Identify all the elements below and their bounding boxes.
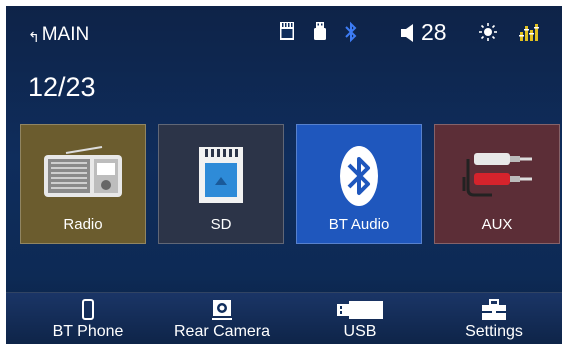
brightness-icon[interactable] [478,22,498,42]
tile-bt-audio[interactable]: BT Audio [296,124,422,244]
tile-aux[interactable]: AUX [434,124,560,244]
camera-icon [162,299,282,321]
phone-icon [28,299,148,321]
bottom-nav: BT Phone Rear Camera USB Settings [6,292,562,344]
bluetooth-icon [344,21,358,43]
tile-label: SD [210,216,232,233]
nav-label: Settings [465,323,523,340]
status-bar: ↰ MAIN 28 [6,6,562,64]
bluetooth-icon [297,145,421,207]
nav-bt-phone[interactable]: BT Phone [28,299,148,341]
usb-icon [313,21,327,41]
nav-settings[interactable]: Settings [434,299,554,341]
tile-label: Radio [63,216,103,233]
tile-label: AUX [481,216,513,233]
volume-level: 28 [421,19,447,45]
nav-label: BT Phone [52,323,124,340]
toolbox-icon [434,299,554,321]
volume-indicator[interactable]: 28 [400,19,447,46]
main-title: MAIN [41,24,90,45]
back-arrow-icon: ↰ [28,28,40,45]
nav-rear-camera[interactable]: Rear Camera [162,299,282,341]
nav-usb[interactable]: USB [300,299,420,341]
date-display: 12/23 [28,72,96,102]
rca-cable-icon [435,145,559,197]
volume-icon [401,23,413,42]
tile-label: BT Audio [328,216,390,233]
equalizer-icon[interactable] [519,22,541,42]
head-unit-screen: ↰ MAIN 28 12/23 Radio SD BT Audio AUX BT… [6,6,562,344]
nav-label: USB [343,323,377,340]
tile-radio[interactable]: Radio [20,124,146,244]
main-back-button[interactable]: ↰ MAIN [28,24,89,46]
radio-icon [21,145,145,201]
sd-card-icon [159,145,283,205]
tile-sd[interactable]: SD [158,124,284,244]
sd-card-icon [279,21,295,41]
nav-label: Rear Camera [173,323,271,340]
usb-drive-icon [300,299,420,321]
